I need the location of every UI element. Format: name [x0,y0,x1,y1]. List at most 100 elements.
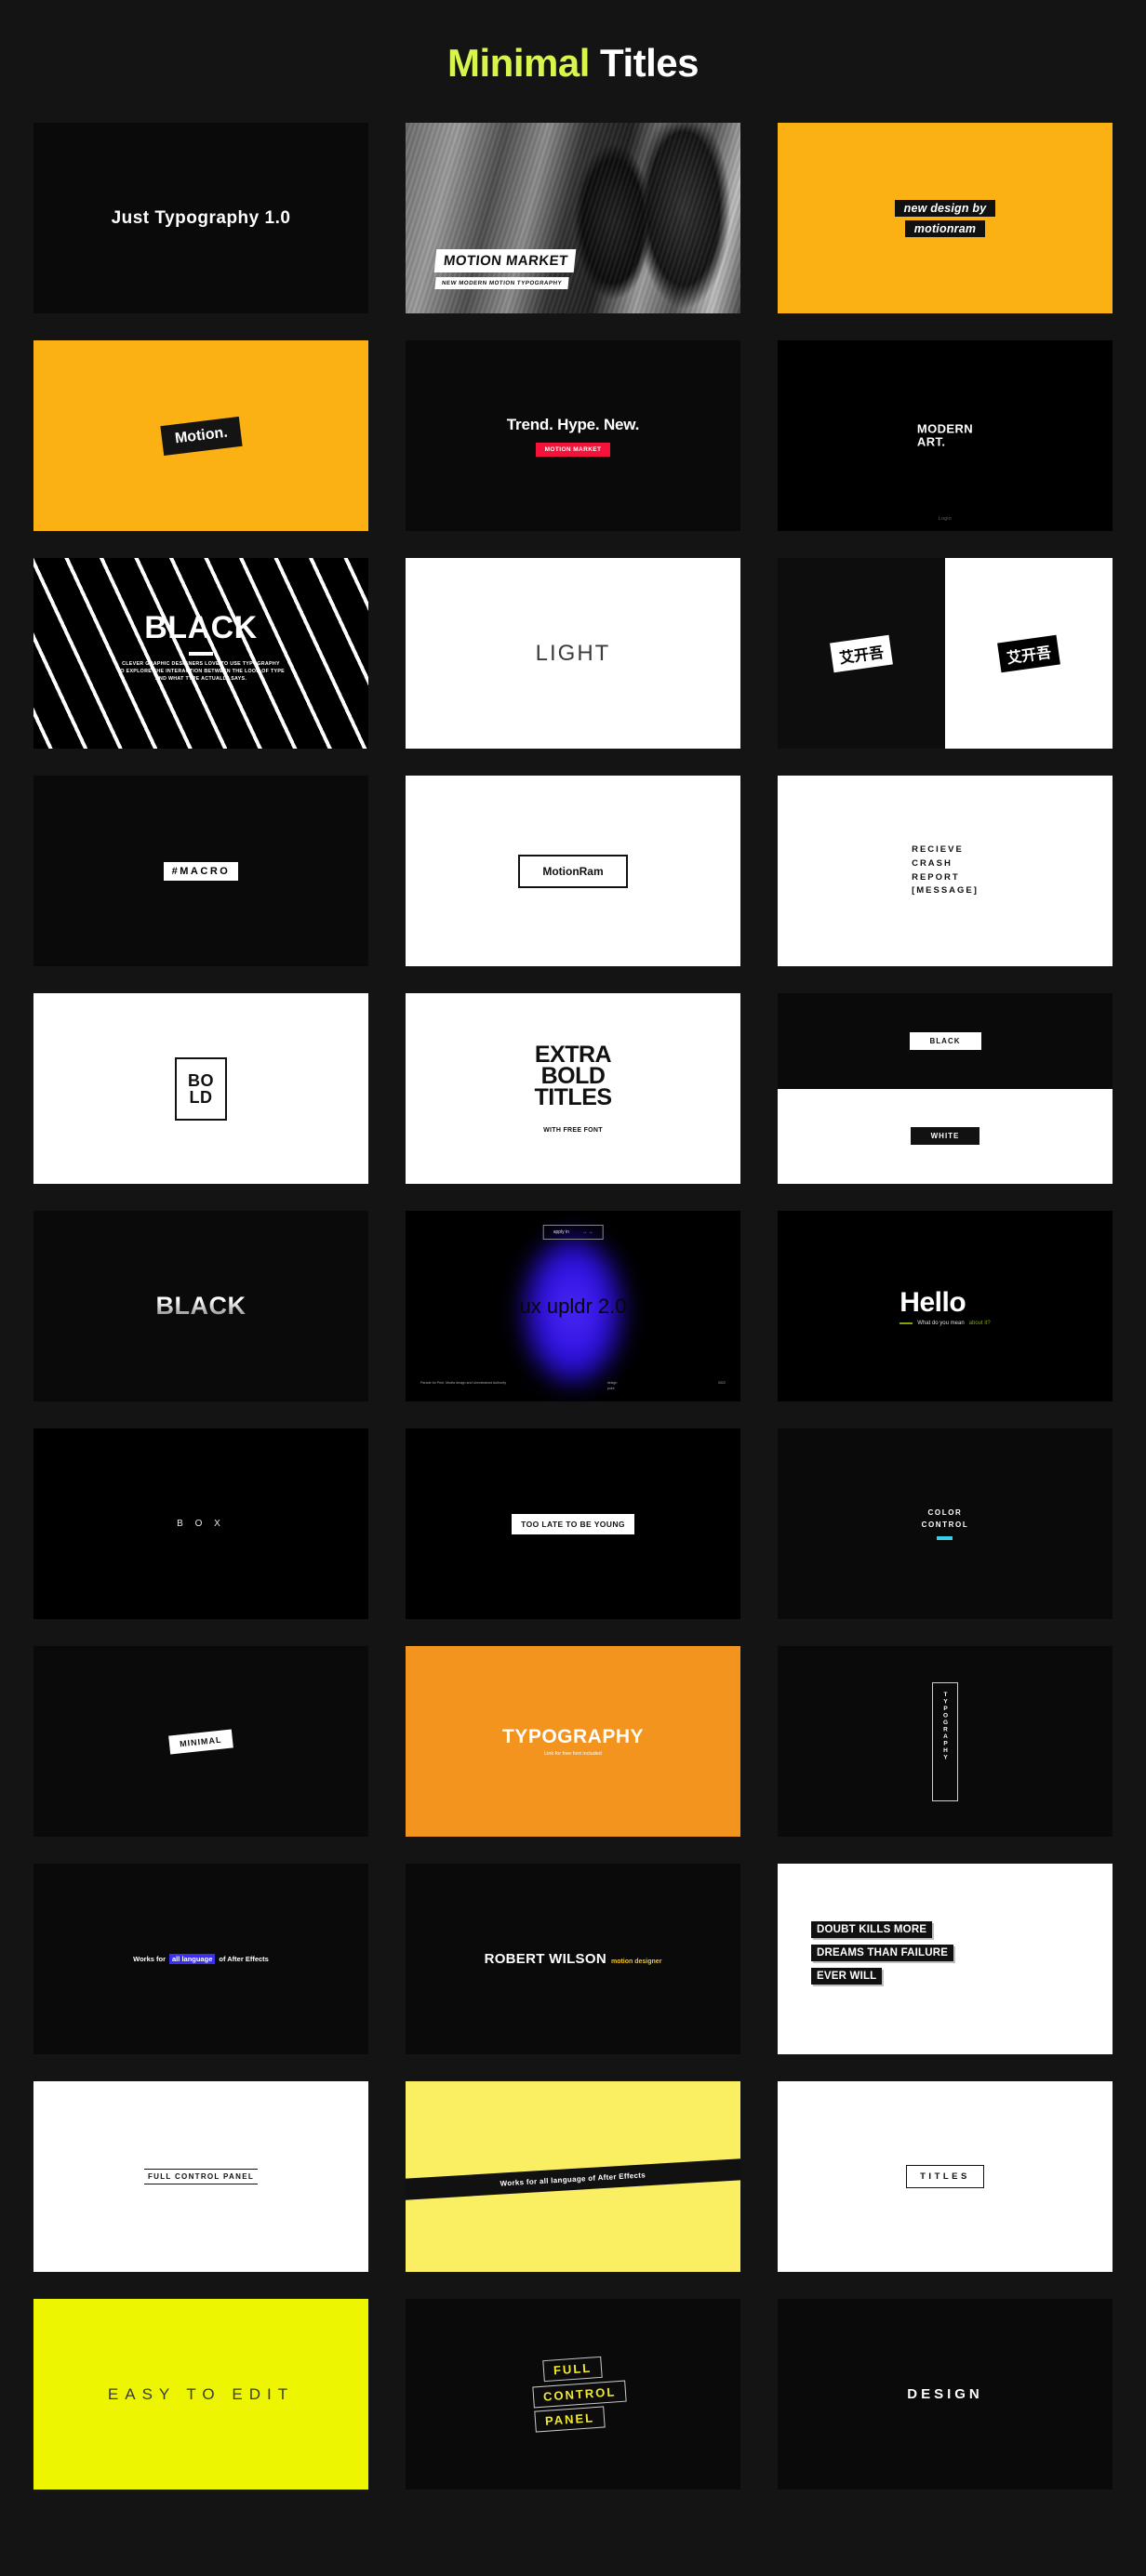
half-light: 艾开吾 [945,558,1113,749]
card-text-group: Trend. Hype. New. MOTION MARKET [507,416,639,457]
row-light: WHITE [778,1088,1113,1184]
card-color-control[interactable]: COLOR CONTROL [778,1428,1113,1619]
card-design[interactable]: DESIGN [778,2299,1113,2490]
card-subtitle: What do you mean about it? [899,1320,991,1326]
diagonal-band: Works for all language of After Effects [406,2157,740,2202]
line-1: DOUBT KILLS MORE [811,1921,933,1938]
card-box[interactable]: B O X [33,1428,368,1619]
card-title: COLOR CONTROL [922,1507,969,1532]
card-works-for-all-language[interactable]: Works for all language of After Effects [33,1864,368,2054]
card-text-group: FULL CONTROL PANEL [520,2356,627,2433]
card-footer: Parade for Print, Media design and Unres… [420,1381,726,1391]
card-ux-upldr[interactable]: apply in → → ux upldr 2.0 Parade for Pri… [406,1211,740,1401]
card-modern-art[interactable]: MODERN ART. Login [778,340,1113,531]
line-1: FULL [542,2356,604,2383]
card-inner: BLACK WHITE [778,993,1113,1184]
card-badge: MOTION MARKET [535,442,611,457]
card-too-late[interactable]: TOO LATE TO BE YOUNG [406,1428,740,1619]
template-grid: Just Typography 1.0 MOTION MARKET NEW MO… [0,123,1146,2490]
card-text: EASY TO EDIT [107,2384,295,2403]
footer-right: 2022 [718,1381,726,1386]
card-motion-market-photo[interactable]: MOTION MARKET NEW MODERN MOTION TYPOGRAP… [406,123,740,313]
card-text: BLACK [155,1292,247,1320]
photo-caption: MOTION MARKET NEW MODERN MOTION TYPOGRAP… [433,249,576,289]
line-2: CONTROL [921,1520,969,1529]
footer-left: Parade for Print, Media design and Unres… [420,1381,507,1386]
line-2: motionram [904,219,986,237]
apply-badge[interactable]: apply in → → [542,1225,604,1240]
arrow-icon: → → [581,1229,593,1235]
chip-black: BLACK [909,1031,981,1050]
card-footer-text: Login [938,516,953,522]
card-easy-to-edit[interactable]: EASY TO EDIT [33,2299,368,2490]
card-title: BLACK [144,610,258,645]
chip-white: WHITE [910,1127,980,1146]
card-subtitle: Link for free font included [544,1751,602,1757]
card-black-white-split[interactable]: BLACK WHITE [778,993,1113,1184]
card-description: CLEVER GRAPHIC DESIGNERS LOVE TO USE TYP… [33,660,368,684]
line-2: CONTROL [532,2380,627,2409]
card-full-control-panel-stack[interactable]: FULL CONTROL PANEL [406,2299,740,2490]
line-3: PANEL [534,2406,606,2433]
line-2: ART. [916,434,946,449]
card-typography-orange[interactable]: TYPOGRAPHY Link for free font included [406,1646,740,1837]
line-1: BO [188,1070,214,1090]
card-new-design-by-motionram[interactable]: new design by motionram [778,123,1113,313]
card-motionram-box[interactable]: MotionRam [406,776,740,966]
card-text: B O X [177,1519,225,1529]
dash-icon [899,1321,913,1324]
card-subtitle: WITH FREE FONT [543,1126,603,1134]
footer-mid-1: design [606,1381,618,1386]
line-2: LD [189,1087,213,1107]
page-title-accent: Minimal [447,41,590,85]
line-3: EVER WILL [811,1968,883,1985]
page-title-rest: Titles [589,41,699,85]
card-text: MotionRam [518,854,628,888]
sub-plain: What do you mean [917,1320,965,1326]
card-hello[interactable]: Hello What do you mean about it? [778,1211,1113,1401]
card-bold-box[interactable]: BO LD [33,993,368,1184]
card-content: BLACK CLEVER GRAPHIC DESIGNERS LOVE TO U… [33,558,368,684]
card-black-stripes[interactable]: BLACK CLEVER GRAPHIC DESIGNERS LOVE TO U… [33,558,368,749]
card-black-gradient[interactable]: BLACK [33,1211,368,1401]
apply-label: apply in [553,1229,569,1235]
card-cjk-split[interactable]: 艾开吾 艾开吾 [778,558,1113,749]
card-full-control-panel-underline[interactable]: FULL CONTROL PANEL [33,2081,368,2272]
text-post: of After Effects [219,1955,269,1963]
accent-bar [937,1535,953,1540]
card-title: EXTRA BOLD TITLES [534,1042,612,1109]
page-title: Minimal Titles [0,0,1146,123]
card-inner: MODERN ART. Login [778,340,1113,531]
card-just-typography[interactable]: Just Typography 1.0 [33,123,368,313]
card-text: MINIMAL [168,1729,233,1754]
card-title: MODERN ART. [916,421,973,449]
card-motion-dot[interactable]: Motion. [33,340,368,531]
card-text: DESIGN [907,2386,983,2402]
card-text-group: COLOR CONTROL [922,1507,969,1540]
divider-rule [189,652,213,656]
card-light[interactable]: LIGHT [406,558,740,749]
card-yellow-band[interactable]: Works for all language of After Effects [406,2081,740,2272]
card-trend-hype-new[interactable]: Trend. Hype. New. MOTION MARKET [406,340,740,531]
card-text: TOO LATE TO BE YOUNG [512,1513,634,1534]
line-4: [MESSAGE] [912,885,979,896]
card-text-group: ROBERT WILSON motion designer [485,1951,662,1967]
line-2: CRASH [912,857,953,869]
card-title: Hello [899,1286,966,1318]
band-text: Works for all language of After Effects [500,2171,646,2188]
card-inner: DOUBT KILLS MORE DREAMS THAN FAILURE EVE… [778,1864,1113,2054]
cjk-tag-light: 艾开吾 [830,634,893,672]
card-minimal-tag[interactable]: MINIMAL [33,1646,368,1837]
sub-accent: about it? [968,1320,991,1326]
person-role: motion designer [610,1959,662,1965]
card-macro[interactable]: #MACRO [33,776,368,966]
text-pre: Works for [133,1955,167,1963]
card-crash-report[interactable]: RECIEVE CRASH REPORT [MESSAGE] [778,776,1113,966]
card-inner: Works for all language of After Effects [406,2081,740,2272]
card-doubt-kills[interactable]: DOUBT KILLS MORE DREAMS THAN FAILURE EVE… [778,1864,1113,2054]
card-robert-wilson[interactable]: ROBERT WILSON motion designer [406,1864,740,2054]
line-1: new design by [894,199,996,217]
card-titles-box[interactable]: TITLES [778,2081,1113,2272]
card-typography-vertical[interactable]: TYPOGRAPHY [778,1646,1113,1837]
card-extra-bold-titles[interactable]: EXTRA BOLD TITLES WITH FREE FONT [406,993,740,1184]
